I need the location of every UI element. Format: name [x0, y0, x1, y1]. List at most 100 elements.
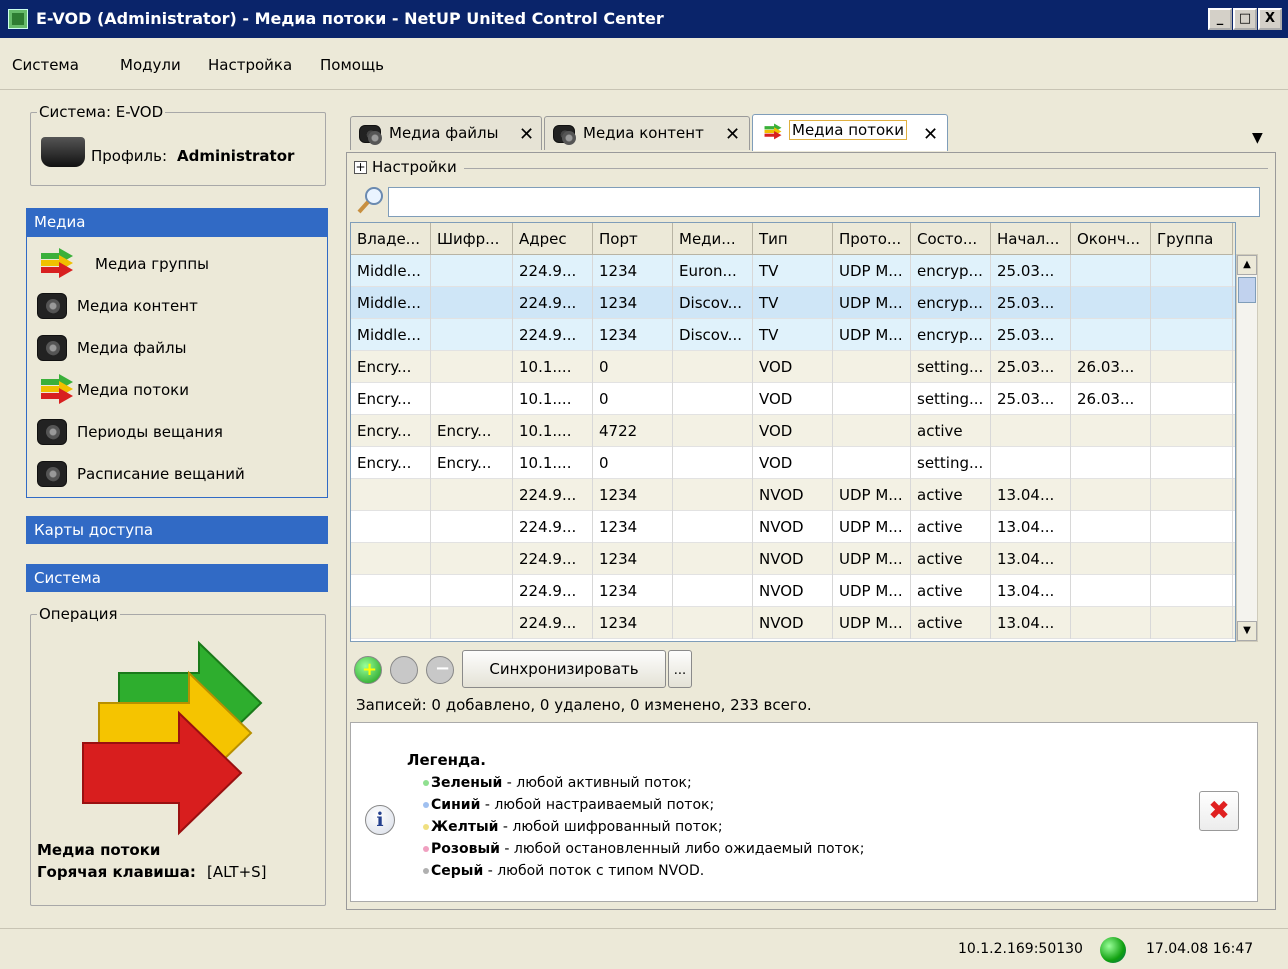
tab-media-streams[interactable]: Медиа потоки ✕	[752, 114, 948, 151]
table-cell: Discov...	[673, 319, 753, 351]
table-cell	[1071, 255, 1151, 287]
table-cell: 1234	[593, 319, 673, 351]
nav-label: Медиа файлы	[77, 339, 187, 357]
close-legend-button[interactable]: ✖	[1199, 791, 1239, 831]
camera-icon	[37, 293, 67, 319]
table-row[interactable]: Middle... 224.9... 1234 Discov... TV UDP M...…	[351, 319, 1235, 351]
column-header[interactable]: Владе...	[351, 223, 431, 255]
nav-label: Медиа потоки	[77, 381, 189, 399]
menu-modules[interactable]: Модули	[120, 56, 181, 74]
table-row[interactable]: Middle... 224.9... 1234 Euron... TV UDP M... e…	[351, 255, 1235, 287]
table-row[interactable]: 224.9... 1234 NVOD UDP M... active 13.04...	[351, 511, 1235, 543]
media-section-header[interactable]: Медиа	[26, 208, 328, 236]
table-cell: setting...	[911, 447, 991, 479]
minimize-button[interactable]: _	[1208, 8, 1232, 30]
search-input[interactable]	[388, 187, 1260, 217]
nav-label: Расписание вещаний	[77, 465, 245, 483]
table-row[interactable]: 224.9... 1234 NVOD UDP M... active 13.04...	[351, 479, 1235, 511]
tab-media-files[interactable]: Медиа файлы ✕	[350, 116, 542, 150]
column-header[interactable]: Оконч...	[1071, 223, 1151, 255]
close-button[interactable]: X	[1258, 8, 1282, 30]
nav-media-files[interactable]: Медиа файлы	[37, 331, 317, 365]
menu-settings[interactable]: Настройка	[208, 56, 292, 74]
scroll-thumb[interactable]	[1238, 277, 1256, 303]
column-header[interactable]: Меди...	[673, 223, 753, 255]
table-row[interactable]: Middle... 224.9... 1234 Discov... TV UDP M...…	[351, 287, 1235, 319]
table-cell	[991, 447, 1071, 479]
table-row[interactable]: Encry... 10.1.... 0 VOD setting... 25.03... 26…	[351, 383, 1235, 415]
access-cards-header[interactable]: Карты доступа	[26, 516, 328, 544]
scroll-down-icon[interactable]: ▼	[1237, 621, 1257, 641]
nav-media-streams[interactable]: Медиа потоки	[37, 373, 317, 407]
legend-description: - любой активный поток;	[502, 775, 692, 791]
close-icon[interactable]: ✕	[519, 124, 534, 145]
menu-system[interactable]: Система	[12, 56, 79, 74]
divider	[464, 168, 1268, 169]
table-cell: 25.03...	[991, 287, 1071, 319]
table-cell: 25.03...	[991, 255, 1071, 287]
table-cell	[431, 479, 513, 511]
edit-button[interactable]	[390, 656, 418, 684]
scroll-up-icon[interactable]: ▲	[1237, 255, 1257, 275]
nav-broadcast-schedule[interactable]: Расписание вещаний	[37, 457, 317, 491]
nav-media-groups[interactable]: Медиа группы	[37, 247, 317, 281]
legend-item: Розовый - любой остановленный либо ожида…	[423, 841, 864, 857]
table-cell	[1071, 575, 1151, 607]
column-header[interactable]: Тип	[753, 223, 833, 255]
title-bar: E-VOD (Administrator) - Медиа потоки - N…	[0, 0, 1288, 38]
table-cell: TV	[753, 319, 833, 351]
sync-button[interactable]: Синхронизировать	[462, 650, 666, 688]
nav-media-content[interactable]: Медиа контент	[37, 289, 317, 323]
close-icon[interactable]: ✕	[725, 124, 740, 145]
tabs-overflow-icon[interactable]: ▼	[1252, 130, 1263, 146]
legend-description: - любой поток с типом NVOD.	[483, 863, 705, 879]
table-cell: 25.03...	[991, 351, 1071, 383]
column-header[interactable]: Порт	[593, 223, 673, 255]
settings-section[interactable]: + Настройки	[352, 158, 1268, 178]
table-row[interactable]: 224.9... 1234 NVOD UDP M... active 13.04...	[351, 575, 1235, 607]
table-cell: 0	[593, 447, 673, 479]
table-cell	[1151, 383, 1233, 415]
remove-button[interactable]: −	[426, 656, 454, 684]
maximize-button[interactable]: □	[1233, 8, 1257, 30]
hotkey-label: Горячая клавиша:	[37, 863, 196, 881]
table-cell	[1071, 415, 1151, 447]
add-button[interactable]: +	[354, 656, 382, 684]
table-cell	[431, 575, 513, 607]
table-scrollbar[interactable]: ▲ ▼	[1236, 254, 1258, 642]
column-header[interactable]: Прото...	[833, 223, 911, 255]
column-header[interactable]: Адрес	[513, 223, 593, 255]
legend-description: - любой остановленный либо ожидаемый пот…	[499, 841, 865, 857]
table-cell: active	[911, 479, 991, 511]
more-button[interactable]: ...	[668, 650, 692, 688]
table-cell: 13.04...	[991, 479, 1071, 511]
table-row[interactable]: Encry... Encry... 10.1.... 4722 VOD active	[351, 415, 1235, 447]
table-cell: 1234	[593, 543, 673, 575]
table-cell: Encry...	[351, 447, 431, 479]
table-cell: Euron...	[673, 255, 753, 287]
table-cell: 25.03...	[991, 319, 1071, 351]
column-header[interactable]: Начал...	[991, 223, 1071, 255]
table-cell	[833, 447, 911, 479]
column-header[interactable]: Состо...	[911, 223, 991, 255]
menu-help[interactable]: Помощь	[320, 56, 384, 74]
table-row[interactable]: Encry... Encry... 10.1.... 0 VOD setting...	[351, 447, 1235, 479]
system-section-header[interactable]: Система	[26, 564, 328, 592]
table-row[interactable]: Encry... 10.1.... 0 VOD setting... 25.03... 26…	[351, 351, 1235, 383]
expand-icon[interactable]: +	[354, 161, 367, 174]
table-cell: 224.9...	[513, 287, 593, 319]
media-nav: Медиа группы Медиа контент Медиа файлы М…	[26, 236, 328, 498]
table-row[interactable]: 224.9... 1234 NVOD UDP M... active 13.04...	[351, 543, 1235, 575]
table-cell	[673, 415, 753, 447]
column-header[interactable]: Группа	[1151, 223, 1233, 255]
table-cell: 224.9...	[513, 511, 593, 543]
close-icon[interactable]: ✕	[923, 124, 938, 145]
table-row[interactable]: 224.9... 1234 NVOD UDP M... active 13.04...	[351, 607, 1235, 639]
table-cell	[1151, 319, 1233, 351]
tab-media-content[interactable]: Медиа контент ✕	[544, 116, 750, 150]
nav-broadcast-periods[interactable]: Периоды вещания	[37, 415, 317, 449]
column-header[interactable]: Шифр...	[431, 223, 513, 255]
operation-legend: Операция	[37, 605, 120, 623]
table-cell: NVOD	[753, 543, 833, 575]
table-cell: Middle...	[351, 319, 431, 351]
